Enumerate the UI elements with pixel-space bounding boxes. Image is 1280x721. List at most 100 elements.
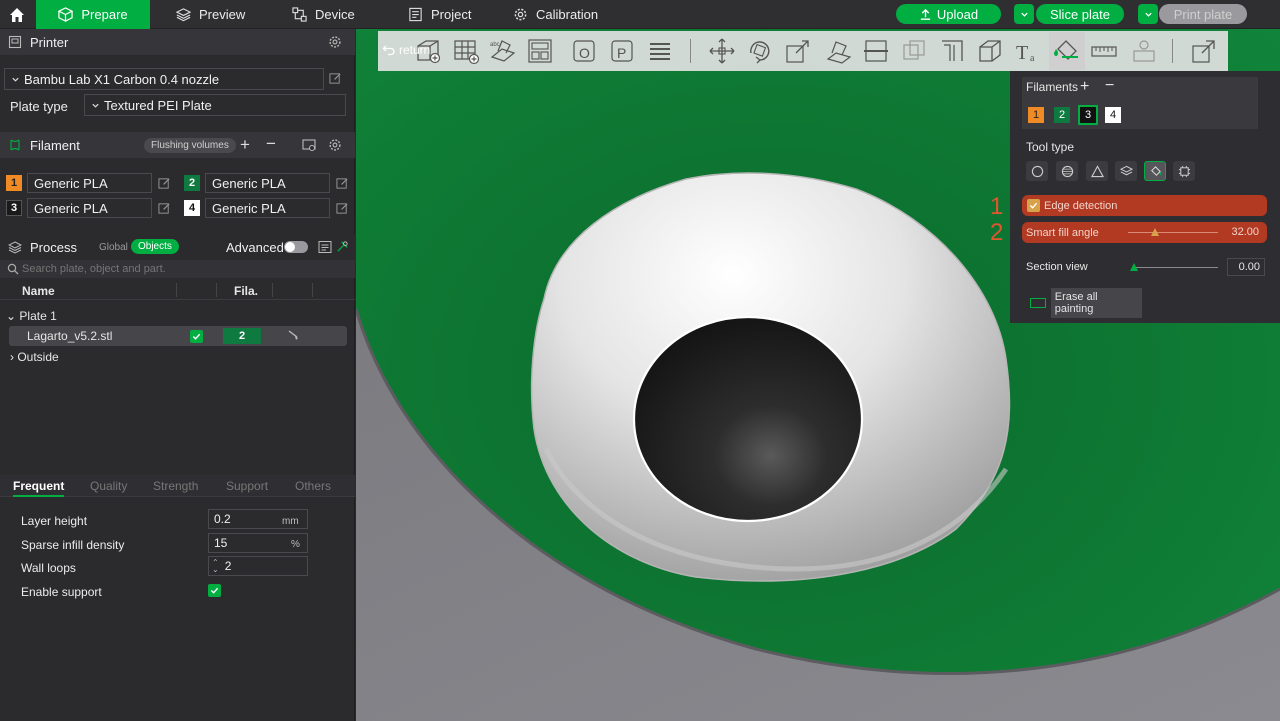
- tab-quality[interactable]: Quality: [90, 479, 127, 493]
- smart-fill-slider[interactable]: [1128, 228, 1218, 236]
- filament-slot-1-badge[interactable]: 1: [6, 175, 22, 191]
- print-dropdown[interactable]: [1138, 4, 1158, 24]
- paint-filament-3-selected[interactable]: 3: [1078, 105, 1098, 125]
- slice-plate-button[interactable]: Slice plate: [1036, 4, 1124, 24]
- edit-icon[interactable]: [336, 202, 349, 215]
- layers-editing-icon[interactable]: [646, 37, 674, 65]
- section-view-slider[interactable]: [1130, 263, 1218, 271]
- printer-select[interactable]: Bambu Lab X1 Carbon 0.4 nozzle: [4, 68, 324, 90]
- tab-preview[interactable]: Preview: [162, 0, 259, 29]
- text-shape-icon[interactable]: Ta: [1014, 37, 1042, 65]
- objects-toggle[interactable]: Objects: [131, 239, 179, 254]
- tab-others[interactable]: Others: [295, 479, 331, 493]
- tools-icon[interactable]: [336, 240, 349, 253]
- home-button[interactable]: [0, 0, 34, 29]
- edge-detection-checkbox[interactable]: [1027, 199, 1040, 212]
- list-view-icon[interactable]: [318, 240, 332, 254]
- assembly-icon[interactable]: [1130, 37, 1158, 65]
- seam-painting-icon[interactable]: [976, 37, 1004, 65]
- split-objects-icon[interactable]: O: [570, 37, 598, 65]
- boolean-icon[interactable]: [900, 37, 928, 65]
- edit-icon[interactable]: [329, 72, 342, 85]
- settings-gear-icon[interactable]: [328, 138, 342, 152]
- edit-icon[interactable]: [336, 177, 349, 190]
- section-view-input[interactable]: 0.00: [1227, 258, 1265, 276]
- add-filament-button[interactable]: +: [1080, 78, 1089, 96]
- settings-gear-icon[interactable]: [328, 35, 342, 49]
- paint-brush-icon[interactable]: [287, 329, 299, 341]
- filament-slot-2-badge[interactable]: 2: [184, 175, 200, 191]
- move-icon[interactable]: [708, 37, 736, 65]
- spin-arrows-icon[interactable]: ⌃ ⌄: [212, 559, 219, 574]
- tab-device[interactable]: Device: [278, 0, 369, 29]
- slider-thumb[interactable]: [1130, 263, 1138, 271]
- filament-slot-3[interactable]: Generic PLA: [27, 198, 152, 218]
- tab-support[interactable]: Support: [226, 479, 268, 493]
- enable-support-checkbox[interactable]: [208, 584, 221, 597]
- filament-slot-4-badge[interactable]: 4: [184, 200, 200, 216]
- remove-filament-button[interactable]: −: [1105, 77, 1114, 95]
- object-search[interactable]: [0, 260, 355, 278]
- home-icon: [10, 7, 24, 22]
- erase-all-painting-button[interactable]: Erase all painting: [1026, 287, 1142, 318]
- remove-filament-button[interactable]: −: [266, 134, 276, 154]
- slice-dropdown[interactable]: [1014, 4, 1034, 24]
- explode-view-icon[interactable]: [1190, 37, 1218, 65]
- sync-ams-icon[interactable]: [302, 138, 316, 152]
- tool-triangle[interactable]: [1086, 161, 1108, 181]
- upload-button[interactable]: Upload: [896, 4, 1001, 24]
- edit-icon[interactable]: [158, 177, 171, 190]
- print-plate-button[interactable]: Print plate: [1159, 4, 1247, 24]
- tool-gap-fill[interactable]: [1173, 161, 1195, 181]
- support-painting-icon[interactable]: [938, 37, 966, 65]
- flushing-volumes-button[interactable]: Flushing volumes: [144, 138, 236, 153]
- tool-sphere[interactable]: [1056, 161, 1078, 181]
- add-plate-icon[interactable]: [452, 37, 480, 65]
- auto-orient-icon[interactable]: abc: [488, 37, 516, 65]
- filament-slot-4[interactable]: Generic PLA: [205, 198, 330, 218]
- object-visible-checkbox[interactable]: [190, 330, 203, 343]
- tab-project[interactable]: Project: [394, 0, 485, 29]
- scale-icon[interactable]: [784, 37, 812, 65]
- search-input[interactable]: [22, 261, 342, 277]
- tab-strength[interactable]: Strength: [153, 479, 198, 493]
- chevron-down-icon: [92, 103, 99, 108]
- smart-fill-value: 32.00: [1231, 226, 1259, 238]
- tool-circle[interactable]: [1026, 161, 1048, 181]
- global-toggle[interactable]: Global: [92, 240, 135, 255]
- lay-on-face-icon[interactable]: [824, 37, 852, 65]
- device-icon: [292, 7, 307, 22]
- smart-fill-row[interactable]: Smart fill angle 32.00: [1022, 222, 1267, 243]
- object-filament-badge[interactable]: 2: [223, 328, 261, 344]
- tab-calibration[interactable]: Calibration: [499, 0, 612, 29]
- tool-height-range[interactable]: [1115, 161, 1137, 181]
- object-row[interactable]: Lagarto_v5.2.stl 2: [9, 326, 347, 346]
- split-parts-icon[interactable]: P: [608, 37, 636, 65]
- color-painting-icon[interactable]: [1052, 37, 1080, 65]
- filament-slot-2[interactable]: Generic PLA: [205, 173, 330, 193]
- add-filament-button[interactable]: +: [240, 135, 250, 155]
- advanced-switch[interactable]: [284, 241, 308, 253]
- upload-icon: [920, 8, 931, 20]
- edit-icon[interactable]: [158, 202, 171, 215]
- paint-filament-2[interactable]: 2: [1054, 107, 1070, 123]
- outside-tree-row[interactable]: › Outside: [10, 350, 59, 364]
- tool-fill-selected[interactable]: [1144, 161, 1166, 181]
- gear-icon: [514, 8, 527, 21]
- cut-icon[interactable]: [862, 37, 890, 65]
- tab-prepare[interactable]: Prepare: [36, 0, 150, 29]
- tab-frequent[interactable]: Frequent: [13, 479, 65, 497]
- filament-slot-1[interactable]: Generic PLA: [27, 173, 152, 193]
- edge-detection-row[interactable]: Edge detection: [1022, 195, 1267, 216]
- paint-filament-1[interactable]: 1: [1028, 107, 1044, 123]
- slider-thumb[interactable]: [1151, 228, 1159, 236]
- measure-icon[interactable]: [1090, 37, 1118, 65]
- filament-slot-3-badge[interactable]: 3: [6, 200, 22, 216]
- return-button[interactable]: return: [382, 43, 430, 57]
- arrange-icon[interactable]: [526, 37, 554, 65]
- wall-loops-stepper[interactable]: ⌃ ⌄ 2: [208, 556, 308, 576]
- plate-tree-row[interactable]: ⌄ Plate 1: [6, 309, 57, 323]
- paint-filament-4[interactable]: 4: [1105, 107, 1121, 123]
- rotate-icon[interactable]: [746, 37, 774, 65]
- plate-type-select[interactable]: Textured PEI Plate: [84, 94, 346, 116]
